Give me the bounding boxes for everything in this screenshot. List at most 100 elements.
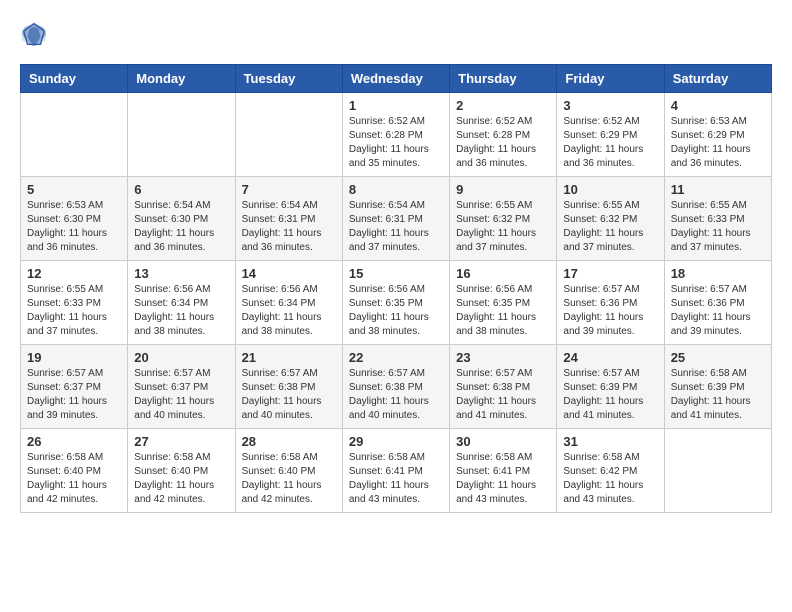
day-number: 22 xyxy=(349,350,443,365)
day-info: Sunrise: 6:57 AM Sunset: 6:37 PM Dayligh… xyxy=(134,367,228,423)
calendar-cell: 22Sunrise: 6:57 AM Sunset: 6:38 PM Dayli… xyxy=(342,345,449,429)
calendar-cell xyxy=(128,93,235,177)
logo xyxy=(20,20,52,48)
day-info: Sunrise: 6:56 AM Sunset: 6:34 PM Dayligh… xyxy=(134,283,228,339)
day-info: Sunrise: 6:52 AM Sunset: 6:29 PM Dayligh… xyxy=(563,115,657,171)
calendar-cell: 10 Sunrise: 6:55 AM Sunset: 6:32 PM Dayli… xyxy=(557,177,664,261)
day-number: 27 xyxy=(134,434,228,449)
day-info: Sunrise: 6:57 AM Sunset: 6:39 PM Dayligh… xyxy=(563,367,657,423)
day-info: Sunrise: 6:52 AM Sunset: 6:28 PM Dayligh… xyxy=(349,115,443,171)
calendar-cell: 14 Sunrise: 6:56 AM Sunset: 6:34 PM Dayli… xyxy=(235,261,342,345)
day-info: Sunrise: 6:56 AM Sunset: 6:35 PM Dayligh… xyxy=(349,283,443,339)
calendar-cell: 9 Sunrise: 6:55 AM Sunset: 6:32 PM Daylig… xyxy=(450,177,557,261)
day-number: 18 xyxy=(671,266,765,281)
calendar-week-row: 19 Sunrise: 6:57 AM Sunset: 6:37 PM Dayli… xyxy=(21,345,772,429)
calendar-cell xyxy=(21,93,128,177)
day-info: Sunrise: 6:58 AM Sunset: 6:41 PM Dayligh… xyxy=(456,451,550,507)
day-number: 13 xyxy=(134,266,228,281)
day-info: Sunrise: 6:56 AM Sunset: 6:34 PM Dayligh… xyxy=(242,283,336,339)
calendar-cell xyxy=(235,93,342,177)
calendar-cell: 23 Sunrise: 6:57 AM Sunset: 6:38 PM Dayli… xyxy=(450,345,557,429)
calendar-cell: 13 Sunrise: 6:56 AM Sunset: 6:34 PM Dayli… xyxy=(128,261,235,345)
day-number: 4 xyxy=(671,98,765,113)
calendar-cell: 18 Sunrise: 6:57 AM Sunset: 6:36 PM Dayli… xyxy=(664,261,771,345)
calendar-cell: 21 Sunrise: 6:57 AM Sunset: 6:38 PM Dayli… xyxy=(235,345,342,429)
day-number: 21 xyxy=(242,350,336,365)
calendar-cell: 27 Sunrise: 6:58 AM Sunset: 6:40 PM Dayli… xyxy=(128,429,235,513)
day-info: Sunrise: 6:58 AM Sunset: 6:41 PM Dayligh… xyxy=(349,451,443,507)
weekday-header-sunday: Sunday xyxy=(21,65,128,93)
day-number: 26 xyxy=(27,434,121,449)
calendar-week-row: 12 Sunrise: 6:55 AM Sunset: 6:33 PM Dayli… xyxy=(21,261,772,345)
weekday-header-friday: Friday xyxy=(557,65,664,93)
day-number: 19 xyxy=(27,350,121,365)
calendar-cell: 17 Sunrise: 6:57 AM Sunset: 6:36 PM Dayli… xyxy=(557,261,664,345)
day-info: Sunrise: 6:58 AM Sunset: 6:40 PM Dayligh… xyxy=(242,451,336,507)
day-number: 20 xyxy=(134,350,228,365)
day-number: 24 xyxy=(563,350,657,365)
calendar-cell: 25 Sunrise: 6:58 AM Sunset: 6:39 PM Dayli… xyxy=(664,345,771,429)
day-info: Sunrise: 6:53 AM Sunset: 6:29 PM Dayligh… xyxy=(671,115,765,171)
day-info: Sunrise: 6:55 AM Sunset: 6:32 PM Dayligh… xyxy=(563,199,657,255)
calendar-cell: 19 Sunrise: 6:57 AM Sunset: 6:37 PM Dayli… xyxy=(21,345,128,429)
weekday-header-saturday: Saturday xyxy=(664,65,771,93)
calendar-cell: 26Sunrise: 6:58 AM Sunset: 6:40 PM Dayli… xyxy=(21,429,128,513)
calendar-cell: 1 Sunrise: 6:52 AM Sunset: 6:28 PM Daylig… xyxy=(342,93,449,177)
calendar-cell: 4 Sunrise: 6:53 AM Sunset: 6:29 PM Daylig… xyxy=(664,93,771,177)
calendar-cell xyxy=(664,429,771,513)
calendar-cell: 11Sunrise: 6:55 AM Sunset: 6:33 PM Dayli… xyxy=(664,177,771,261)
calendar-cell: 3 Sunrise: 6:52 AM Sunset: 6:29 PM Daylig… xyxy=(557,93,664,177)
calendar-cell: 24 Sunrise: 6:57 AM Sunset: 6:39 PM Dayli… xyxy=(557,345,664,429)
calendar-header-row: SundayMondayTuesdayWednesdayThursdayFrid… xyxy=(21,65,772,93)
day-info: Sunrise: 6:55 AM Sunset: 6:33 PM Dayligh… xyxy=(27,283,121,339)
weekday-header-monday: Monday xyxy=(128,65,235,93)
day-number: 12 xyxy=(27,266,121,281)
day-number: 2 xyxy=(456,98,550,113)
day-info: Sunrise: 6:57 AM Sunset: 6:36 PM Dayligh… xyxy=(563,283,657,339)
day-number: 10 xyxy=(563,182,657,197)
calendar-cell: 31Sunrise: 6:58 AM Sunset: 6:42 PM Dayli… xyxy=(557,429,664,513)
weekday-header-tuesday: Tuesday xyxy=(235,65,342,93)
day-info: Sunrise: 6:58 AM Sunset: 6:42 PM Dayligh… xyxy=(563,451,657,507)
day-info: Sunrise: 6:53 AM Sunset: 6:30 PM Dayligh… xyxy=(27,199,121,255)
calendar-cell: 6Sunrise: 6:54 AM Sunset: 6:30 PM Daylig… xyxy=(128,177,235,261)
calendar-cell: 7 Sunrise: 6:54 AM Sunset: 6:31 PM Daylig… xyxy=(235,177,342,261)
calendar-cell: 5 Sunrise: 6:53 AM Sunset: 6:30 PM Daylig… xyxy=(21,177,128,261)
day-info: Sunrise: 6:54 AM Sunset: 6:31 PM Dayligh… xyxy=(349,199,443,255)
day-number: 14 xyxy=(242,266,336,281)
calendar-week-row: 26 Sunrise: 6:58 AM Sunset: 6:40 PM Dayli… xyxy=(21,429,772,513)
calendar-table: SundayMondayTuesdayWednesdayThursdayFrid… xyxy=(20,64,772,513)
calendar-cell: 12 Sunrise: 6:55 AM Sunset: 6:33 PM Dayli… xyxy=(21,261,128,345)
day-number: 16 xyxy=(456,266,550,281)
calendar-cell: 15Sunrise: 6:56 AM Sunset: 6:35 PM Dayli… xyxy=(342,261,449,345)
calendar-cell: 30Sunrise: 6:58 AM Sunset: 6:41 PM Dayli… xyxy=(450,429,557,513)
day-number: 1 xyxy=(349,98,443,113)
day-number: 29 xyxy=(349,434,443,449)
day-info: Sunrise: 6:57 AM Sunset: 6:36 PM Dayligh… xyxy=(671,283,765,339)
day-number: 9 xyxy=(456,182,550,197)
day-info: Sunrise: 6:57 AM Sunset: 6:38 PM Dayligh… xyxy=(242,367,336,423)
day-number: 6 xyxy=(134,182,228,197)
calendar-week-row: 1 Sunrise: 6:52 AM Sunset: 6:28 PM Daylig… xyxy=(21,93,772,177)
day-info: Sunrise: 6:58 AM Sunset: 6:39 PM Dayligh… xyxy=(671,367,765,423)
calendar-cell: 28Sunrise: 6:58 AM Sunset: 6:40 PM Dayli… xyxy=(235,429,342,513)
calendar-cell: 20 Sunrise: 6:57 AM Sunset: 6:37 PM Dayli… xyxy=(128,345,235,429)
day-info: Sunrise: 6:55 AM Sunset: 6:32 PM Dayligh… xyxy=(456,199,550,255)
day-info: Sunrise: 6:54 AM Sunset: 6:31 PM Dayligh… xyxy=(242,199,336,255)
day-number: 3 xyxy=(563,98,657,113)
day-number: 23 xyxy=(456,350,550,365)
day-info: Sunrise: 6:57 AM Sunset: 6:37 PM Dayligh… xyxy=(27,367,121,423)
calendar-cell: 16Sunrise: 6:56 AM Sunset: 6:35 PM Dayli… xyxy=(450,261,557,345)
day-info: Sunrise: 6:57 AM Sunset: 6:38 PM Dayligh… xyxy=(456,367,550,423)
calendar-cell: 29 Sunrise: 6:58 AM Sunset: 6:41 PM Dayli… xyxy=(342,429,449,513)
weekday-header-wednesday: Wednesday xyxy=(342,65,449,93)
logo-icon xyxy=(20,20,48,48)
day-number: 25 xyxy=(671,350,765,365)
day-number: 8 xyxy=(349,182,443,197)
day-info: Sunrise: 6:58 AM Sunset: 6:40 PM Dayligh… xyxy=(134,451,228,507)
day-number: 5 xyxy=(27,182,121,197)
calendar-cell: 2Sunrise: 6:52 AM Sunset: 6:28 PM Daylig… xyxy=(450,93,557,177)
day-info: Sunrise: 6:55 AM Sunset: 6:33 PM Dayligh… xyxy=(671,199,765,255)
day-number: 17 xyxy=(563,266,657,281)
day-number: 7 xyxy=(242,182,336,197)
